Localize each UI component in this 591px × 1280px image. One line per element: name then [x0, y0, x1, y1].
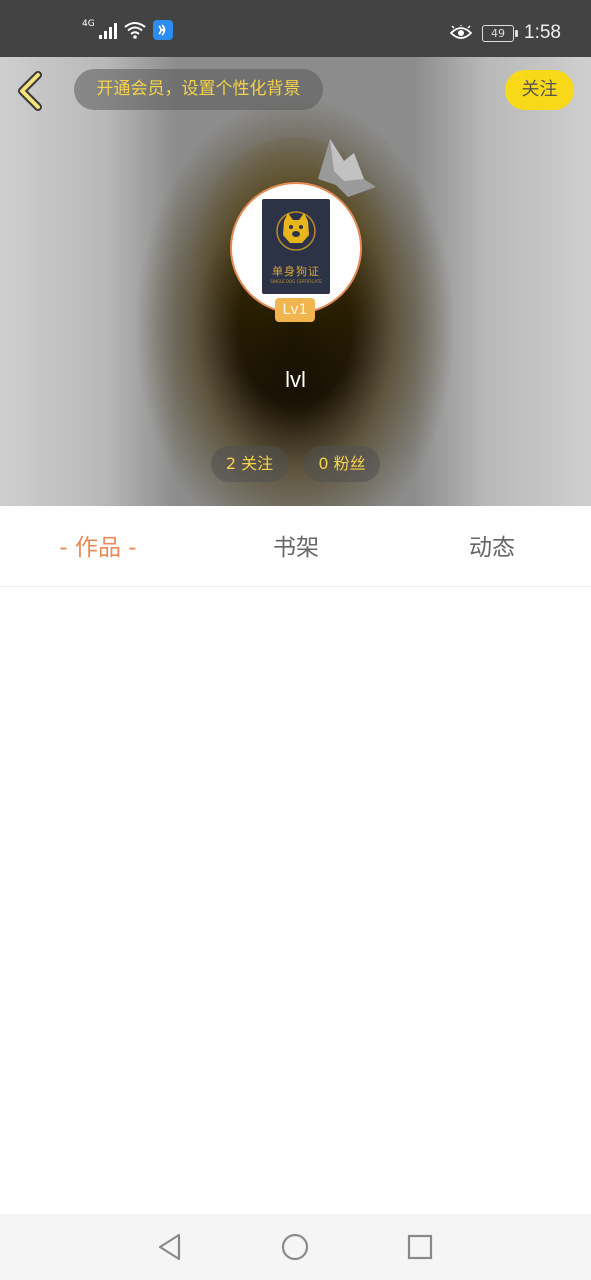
dog-badge-icon	[276, 211, 316, 251]
triangle-back-icon	[158, 1233, 181, 1261]
nav-recents-button[interactable]	[403, 1230, 437, 1264]
status-left: 4G	[82, 18, 173, 40]
clock: 1:58	[524, 22, 561, 43]
vip-background-banner[interactable]: 开通会员，设置个性化背景	[74, 69, 323, 110]
network-type-label: 4G	[82, 18, 95, 29]
chevron-left-icon	[18, 71, 42, 111]
status-right: 49 1:58	[450, 22, 561, 44]
avatar[interactable]: 单身狗证 SINGLE DOG CERTIFICATE	[230, 182, 362, 314]
system-nav-bar	[0, 1214, 591, 1280]
profile-header: 开通会员，设置个性化背景 关注 单身狗证 SINGLE DOG CERTIFIC…	[0, 57, 591, 506]
back-button[interactable]	[14, 71, 50, 111]
fans-count-button[interactable]: 0 粉丝	[304, 446, 380, 482]
level-badge: Lv1	[275, 298, 315, 322]
tab-activity[interactable]: 动态	[412, 506, 572, 586]
avatar-image: 单身狗证 SINGLE DOG CERTIFICATE	[262, 199, 330, 294]
tab-content-area	[0, 587, 591, 1214]
eye-comfort-icon	[450, 25, 473, 39]
tab-bookshelf[interactable]: 书架	[216, 506, 376, 586]
wifi-icon	[124, 22, 146, 39]
follow-button[interactable]: 关注	[505, 70, 574, 110]
profile-tabs: - 作品 - 书架 动态	[0, 506, 591, 587]
status-bar: 4G 49 1:58	[0, 0, 591, 57]
nav-back-button[interactable]	[153, 1230, 187, 1264]
tab-works[interactable]: - 作品 -	[18, 506, 178, 586]
avatar-subcaption: SINGLE DOG CERTIFICATE	[270, 279, 322, 284]
nfc-icon	[152, 20, 173, 40]
circle-home-icon	[281, 1233, 309, 1261]
signal-icon	[98, 21, 117, 39]
square-recents-icon	[407, 1234, 433, 1260]
following-count-button[interactable]: 2 关注	[211, 446, 288, 482]
nav-home-button[interactable]	[278, 1230, 312, 1264]
username: lvl	[285, 367, 306, 392]
avatar-caption: 单身狗证	[272, 265, 320, 278]
battery-indicator: 49	[482, 24, 519, 42]
